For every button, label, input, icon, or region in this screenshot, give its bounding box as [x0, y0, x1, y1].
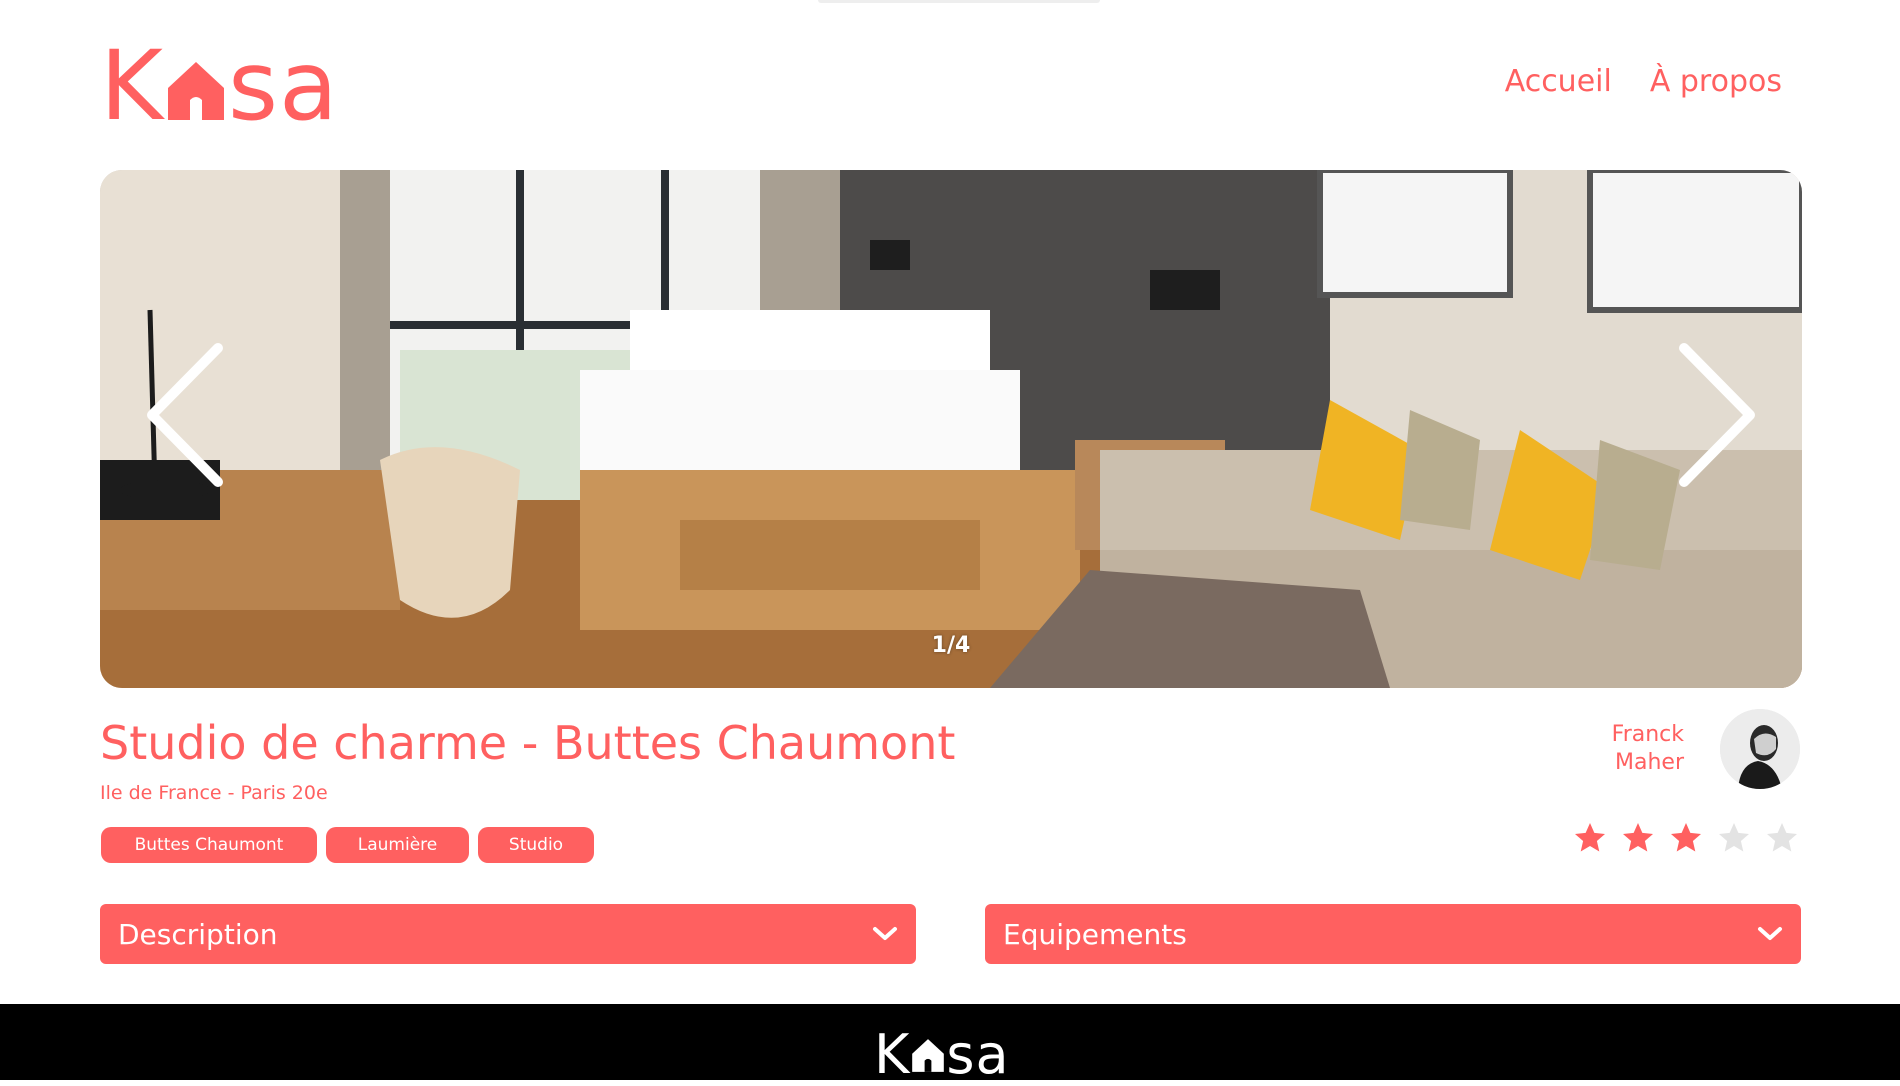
tag: Laumière	[326, 827, 469, 863]
star-filled-icon	[1575, 823, 1605, 852]
chevron-left-icon	[147, 343, 223, 487]
nav-link-a-propos[interactable]: À propos	[1650, 64, 1782, 99]
host-name: Franck Maher	[1612, 721, 1684, 777]
listing-photo	[100, 170, 1802, 688]
logo-letters-sa: sa	[227, 30, 339, 142]
gallery-next-button[interactable]	[1672, 340, 1762, 490]
top-shadow	[818, 0, 1100, 3]
main-nav: Accueil À propos	[1505, 64, 1782, 99]
equipments-collapse-label: Equipements	[1003, 917, 1187, 951]
tag: Buttes Chaumont	[101, 827, 317, 863]
nav-link-accueil[interactable]: Accueil	[1505, 64, 1612, 99]
gallery-counter: 1/4	[931, 633, 971, 658]
footer-logo-letters-sa: sa	[946, 1023, 1010, 1086]
tag-list: Buttes Chaumont Laumière Studio	[101, 827, 594, 863]
host-first-name: Franck	[1611, 722, 1684, 747]
description-collapse-label: Description	[118, 917, 278, 951]
chevron-down-icon	[1758, 927, 1782, 940]
house-icon	[166, 60, 226, 126]
host-card: Franck Maher	[1612, 709, 1800, 789]
kasa-logo[interactable]: K sa	[100, 38, 339, 134]
listing-title: Studio de charme - Buttes Chaumont	[100, 716, 956, 770]
footer: K sa	[0, 1004, 1900, 1082]
footer-logo-letter-k: K	[874, 1023, 911, 1086]
logo-letter-k: K	[100, 30, 164, 142]
house-icon	[911, 1038, 945, 1077]
footer-logo: K sa	[874, 1028, 1010, 1082]
host-last-name: Maher	[1615, 750, 1684, 775]
description-collapse[interactable]: Description	[100, 904, 916, 964]
star-filled-icon	[1623, 823, 1653, 852]
chevron-down-icon	[873, 927, 897, 940]
equipments-collapse[interactable]: Equipements	[985, 904, 1801, 964]
star-rating	[1572, 820, 1800, 856]
tag: Studio	[478, 827, 594, 863]
photo-gallery: 1/4	[100, 170, 1802, 688]
star-empty-icon	[1767, 823, 1797, 852]
star-empty-icon	[1719, 823, 1749, 852]
star-filled-icon	[1671, 823, 1701, 852]
header: K sa Accueil À propos	[100, 38, 1800, 134]
gallery-prev-button[interactable]	[140, 340, 230, 490]
chevron-right-icon	[1679, 343, 1755, 487]
host-avatar	[1720, 709, 1800, 789]
listing-location: Ile de France - Paris 20e	[100, 782, 328, 804]
